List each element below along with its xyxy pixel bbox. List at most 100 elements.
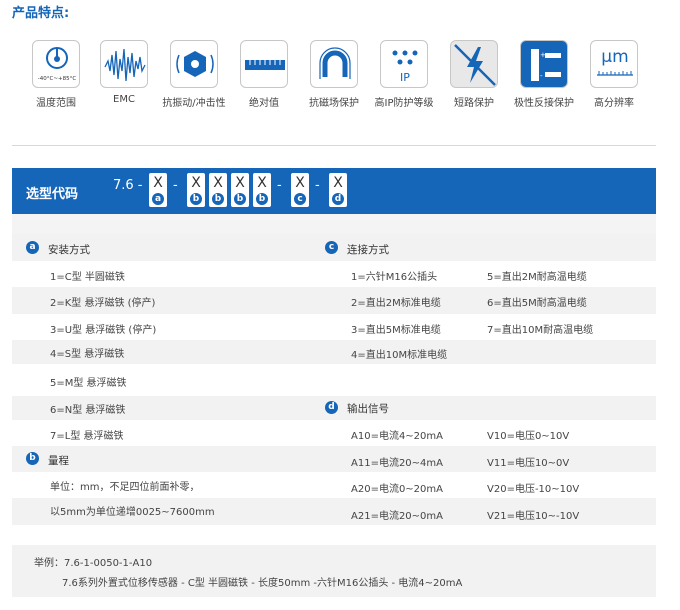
table-row: 2=K型 悬浮磁铁 (停产) 2=直出2M标准电缆 6=直出5M耐高温电缆 bbox=[12, 287, 656, 314]
code-slot: X c bbox=[291, 173, 309, 207]
code-slot-letter: X bbox=[333, 175, 343, 191]
feature-absolute: 绝对值 bbox=[229, 40, 299, 109]
polarity-icon: + - bbox=[531, 49, 561, 81]
code-slot: X b bbox=[187, 173, 205, 207]
short-circuit-icon bbox=[454, 44, 496, 86]
code-dash: - bbox=[277, 178, 282, 193]
list-item: 1=C型 半圆磁铁 bbox=[50, 272, 125, 283]
svg-text:-: - bbox=[540, 72, 543, 80]
list-item: V11=电压10~0V bbox=[487, 458, 570, 469]
temp-high: +85°C bbox=[57, 76, 77, 82]
section-title-connection: 连接方式 bbox=[347, 244, 389, 256]
feature-label: 抗振动/冲击性 bbox=[162, 98, 226, 109]
list-item: V10=电压0~10V bbox=[487, 431, 570, 442]
example-code: 举例：7.6-1-0050-1-A10 bbox=[34, 558, 153, 569]
example-box: 举例：7.6-1-0050-1-A10 7.6系列外置式位移传感器 - C型 半… bbox=[12, 545, 656, 597]
section-title-mounting: 安装方式 bbox=[48, 244, 90, 256]
code-slot-letter: X bbox=[257, 175, 267, 191]
model-code-prefix: 7.6 - bbox=[113, 178, 143, 193]
table-row: 4=S型 悬浮磁铁 4=直出10M标准电缆 bbox=[12, 340, 656, 364]
list-item: 5=M型 悬浮磁铁 bbox=[50, 378, 127, 389]
section-badge-a: a bbox=[26, 241, 39, 254]
feature-label: 高分辨率 bbox=[594, 98, 634, 109]
spacer bbox=[12, 214, 656, 234]
list-item: 2=K型 悬浮磁铁 (停产) bbox=[50, 298, 156, 309]
table-row: b 量程 A11=电流20~4mA V11=电压10~0V bbox=[12, 446, 656, 472]
magnet-icon bbox=[319, 47, 351, 79]
code-slot-badge: b bbox=[256, 193, 268, 205]
list-item: A21=电流20~0mA bbox=[351, 511, 443, 522]
code-slot-letter: X bbox=[213, 175, 223, 191]
list-item: 2=直出2M标准电缆 bbox=[351, 298, 441, 309]
section-badge-c: c bbox=[325, 241, 338, 254]
list-item: A11=电流20~4mA bbox=[351, 458, 443, 469]
table-row: 5=M型 悬浮磁铁 bbox=[12, 364, 656, 396]
code-slot-badge: c bbox=[294, 193, 306, 205]
section-badge-d: d bbox=[325, 401, 338, 414]
feature-temperature: -40°C~+85°C 温度范围 bbox=[21, 40, 91, 109]
code-slot-letter: X bbox=[191, 175, 201, 191]
list-item: V21=电压10~-10V bbox=[487, 511, 580, 522]
table-row: 以5mm为单位递增0025~7600mm A21=电流20~0mA V21=电压… bbox=[12, 498, 656, 525]
list-item: 1=六针M16公插头 bbox=[351, 272, 438, 283]
code-slot: X b bbox=[231, 173, 249, 207]
list-item: 4=直出10M标准电缆 bbox=[351, 350, 448, 361]
code-slot-badge: b bbox=[212, 193, 224, 205]
model-code-title: 选型代码 bbox=[26, 187, 79, 202]
code-slot: X b bbox=[209, 173, 227, 207]
code-slot-badge: b bbox=[190, 193, 202, 205]
section-title-range: 量程 bbox=[48, 455, 69, 467]
feature-label: 抗磁场保护 bbox=[309, 98, 359, 109]
code-slot: X a bbox=[149, 173, 167, 207]
feature-emc: EMC bbox=[89, 40, 159, 105]
code-slot-letter: X bbox=[153, 175, 163, 191]
feature-label: 绝对值 bbox=[249, 98, 279, 109]
table-row: 7=L型 悬浮磁铁 A10=电流4~20mA V10=电压0~10V bbox=[12, 420, 656, 446]
list-item: A20=电流0~20mA bbox=[351, 484, 443, 495]
ip-text: IP bbox=[400, 71, 410, 84]
example-description: 7.6系列外置式位移传感器 - C型 半圆磁铁 - 长度50mm -六针M16公… bbox=[62, 578, 463, 589]
divider bbox=[12, 145, 656, 146]
list-item: V20=电压-10~10V bbox=[487, 484, 580, 495]
list-item: 3=直出5M标准电缆 bbox=[351, 325, 441, 336]
list-item: A10=电流4~20mA bbox=[351, 431, 443, 442]
code-dash: - bbox=[173, 178, 178, 193]
code-slot: X d bbox=[329, 173, 347, 207]
list-item: 7=L型 悬浮磁铁 bbox=[50, 431, 124, 442]
section-badge-b: b bbox=[26, 452, 39, 465]
feature-label: 短路保护 bbox=[454, 98, 494, 109]
emc-wave-icon bbox=[104, 48, 146, 82]
table-row: 单位：mm，不足四位前面补零， A20=电流0~20mA V20=电压-10~1… bbox=[12, 472, 656, 498]
feature-label: 高IP防护等级 bbox=[374, 98, 434, 109]
list-item: 6=直出5M耐高温电缆 bbox=[487, 298, 587, 309]
list-item: 4=S型 悬浮磁铁 bbox=[50, 349, 125, 360]
list-item: 6=N型 悬浮磁铁 bbox=[50, 405, 126, 416]
list-item: 单位：mm，不足四位前面补零， bbox=[50, 482, 200, 493]
feature-polarity: + - 极性反接保护 bbox=[509, 40, 579, 109]
feature-resolution: μm 高分辨率 bbox=[579, 40, 649, 109]
feature-label: 温度范围 bbox=[36, 98, 76, 109]
feature-magnetic: 抗磁场保护 bbox=[299, 40, 369, 109]
code-slot-badge: b bbox=[234, 193, 246, 205]
absolute-scale-icon bbox=[245, 60, 285, 70]
feature-short-circuit: 短路保护 bbox=[439, 40, 509, 109]
features-title: 产品特点: bbox=[12, 6, 70, 21]
list-item: 3=U型 悬浮磁铁 (停产) bbox=[50, 325, 157, 336]
feature-label: EMC bbox=[113, 94, 135, 105]
code-slot-letter: X bbox=[235, 175, 245, 191]
code-slot-badge: d bbox=[332, 193, 344, 205]
code-dash: - bbox=[315, 178, 320, 193]
table-row: 6=N型 悬浮磁铁 d 输出信号 bbox=[12, 396, 656, 420]
table-row: 1=C型 半圆磁铁 1=六针M16公插头 5=直出2M耐高温电缆 bbox=[12, 261, 656, 287]
feature-label: 极性反接保护 bbox=[514, 98, 574, 109]
vibration-icon bbox=[176, 51, 214, 77]
list-item: 7=直出10M耐高温电缆 bbox=[487, 325, 594, 336]
model-code-banner: 选型代码 7.6 - X a - X b X b X b X b - X c -… bbox=[12, 168, 656, 214]
code-slot-letter: X bbox=[295, 175, 305, 191]
table-row: a 安装方式 c 连接方式 bbox=[12, 234, 656, 261]
svg-text:+: + bbox=[540, 51, 546, 59]
feature-ip: IP 高IP防护等级 bbox=[369, 40, 439, 109]
code-slot-badge: a bbox=[152, 193, 164, 205]
temp-low: -40°C~ bbox=[37, 76, 58, 82]
list-item: 5=直出2M耐高温电缆 bbox=[487, 272, 587, 283]
